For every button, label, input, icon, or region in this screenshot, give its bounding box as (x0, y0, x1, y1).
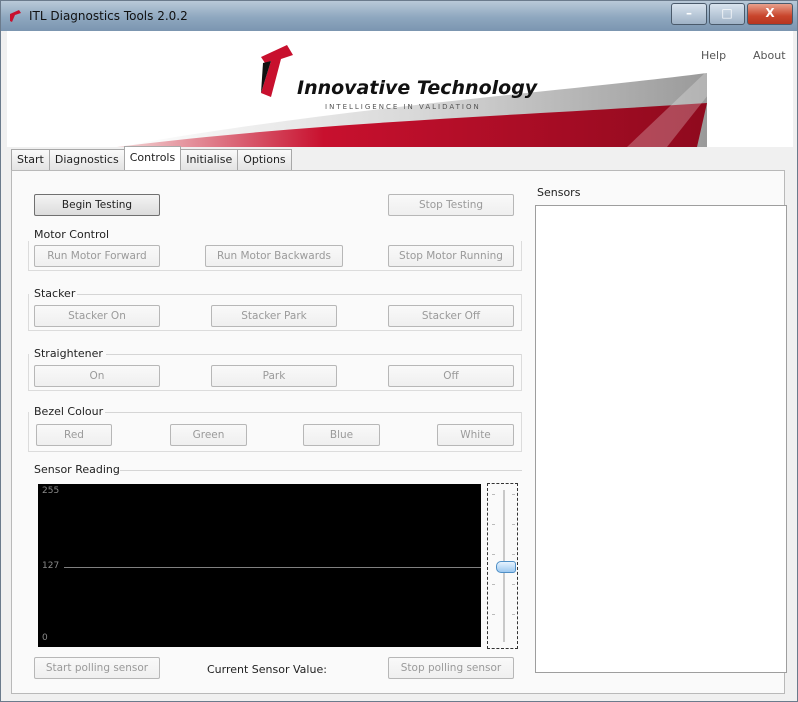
tab-controls[interactable]: Controls (123, 146, 182, 170)
slider-tick (512, 554, 515, 555)
brand-tagline: INTELLIGENCE IN VALIDATION (325, 103, 481, 111)
stacker-on-button[interactable]: Stacker On (34, 305, 160, 327)
company-logo-icon (261, 45, 293, 97)
motor-control-label: Motor Control (34, 228, 110, 241)
slider-tick (492, 584, 495, 585)
tab-options[interactable]: Options (237, 149, 292, 170)
brand-name: Innovative Technology (297, 77, 538, 99)
minimize-button[interactable]: – (671, 3, 707, 25)
plot-mid-label: 127 (42, 561, 60, 571)
title-bar[interactable]: ITL Diagnostics Tools 2.0.2 – □ X (1, 1, 797, 31)
slider-tick (512, 494, 515, 495)
sensors-label: Sensors (537, 186, 581, 199)
bezel-red-button[interactable]: Red (36, 424, 112, 446)
current-sensor-value-label: Current Sensor Value: (207, 663, 327, 676)
tab-bar: Start Diagnostics Controls Initialise Op… (11, 146, 292, 170)
app-logo-icon (10, 10, 21, 22)
help-link[interactable]: Help (701, 49, 726, 62)
straightener-park-button[interactable]: Park (211, 365, 337, 387)
stacker-park-button[interactable]: Stacker Park (211, 305, 337, 327)
plot-min-label: 0 (42, 633, 48, 643)
straightener-on-button[interactable]: On (34, 365, 160, 387)
sensor-reading-label: Sensor Reading (34, 463, 120, 476)
slider-tick (512, 584, 515, 585)
tab-initialise[interactable]: Initialise (180, 149, 239, 170)
bezel-white-button[interactable]: White (437, 424, 514, 446)
plot-baseline (64, 567, 481, 568)
tab-diagnostics[interactable]: Diagnostics (48, 149, 125, 170)
slider-tick (492, 614, 495, 615)
about-link[interactable]: About (753, 49, 786, 62)
stop-motor-running-button[interactable]: Stop Motor Running (388, 245, 514, 267)
slider-thumb[interactable] (496, 561, 516, 574)
slider-tick (512, 524, 515, 525)
bezel-green-button[interactable]: Green (170, 424, 247, 446)
slider-tick (512, 614, 515, 615)
plot-max-label: 255 (42, 486, 60, 496)
close-button[interactable]: X (747, 3, 793, 25)
app-window: ITL Diagnostics Tools 2.0.2 – □ X Help A… (0, 0, 798, 702)
slider-tick (492, 524, 495, 525)
slider-tick (492, 494, 495, 495)
sensor-slider[interactable] (487, 483, 518, 649)
run-motor-forward-button[interactable]: Run Motor Forward (34, 245, 160, 267)
sensor-reading-plot: 255 127 0 (38, 484, 481, 647)
stop-polling-sensor-button[interactable]: Stop polling sensor (388, 657, 514, 679)
straightener-off-button[interactable]: Off (388, 365, 514, 387)
header-banner: Help About Innovative Technology INTELLI… (7, 31, 793, 147)
tab-start[interactable]: Start (11, 149, 50, 170)
run-motor-backwards-button[interactable]: Run Motor Backwards (205, 245, 343, 267)
begin-testing-button[interactable]: Begin Testing (34, 194, 160, 216)
start-polling-sensor-button[interactable]: Start polling sensor (34, 657, 160, 679)
sensor-reading-group-line (120, 470, 522, 471)
slider-tick (492, 554, 495, 555)
stop-testing-button[interactable]: Stop Testing (388, 194, 514, 216)
stacker-off-button[interactable]: Stacker Off (388, 305, 514, 327)
maximize-button[interactable]: □ (709, 3, 745, 25)
window-title: ITL Diagnostics Tools 2.0.2 (29, 9, 188, 23)
bezel-blue-button[interactable]: Blue (303, 424, 380, 446)
sensors-list[interactable] (535, 205, 787, 673)
